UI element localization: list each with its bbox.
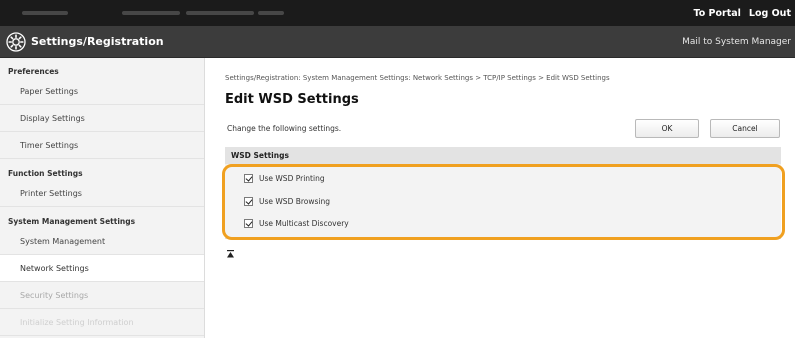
settings-gear-icon <box>6 32 26 52</box>
sidebar-item-security-settings[interactable]: Security Settings <box>0 282 204 309</box>
sidebar-item-paper-settings[interactable]: Paper Settings <box>0 78 204 105</box>
sidebar-section-function-settings: Function Settings <box>8 169 83 178</box>
sidebar-item-timer-settings[interactable]: Timer Settings <box>0 132 204 159</box>
sidebar: Preferences Paper Settings Display Setti… <box>0 58 205 338</box>
sidebar-item-printer-settings[interactable]: Printer Settings <box>0 180 204 207</box>
blurred-device-info <box>186 11 254 15</box>
blurred-device-info <box>22 11 68 15</box>
page-title: Edit WSD Settings <box>225 92 359 107</box>
top-bar: To Portal Log Out <box>0 0 795 26</box>
sidebar-section-preferences: Preferences <box>8 67 59 76</box>
cancel-button[interactable]: Cancel <box>710 119 780 138</box>
main-content: Settings/Registration: System Management… <box>205 58 795 338</box>
instruction-text: Change the following settings. <box>227 124 342 133</box>
page-header-title: Settings/Registration <box>31 35 164 48</box>
log-out-link[interactable]: Log Out <box>749 8 791 19</box>
ok-button[interactable]: OK <box>635 119 699 138</box>
wsd-settings-section-header: WSD Settings <box>225 147 781 164</box>
blurred-device-info <box>258 11 284 15</box>
highlight-frame <box>222 164 785 240</box>
sidebar-item-system-management[interactable]: System Management <box>0 228 204 255</box>
header: Settings/Registration Mail to System Man… <box>0 26 795 58</box>
to-portal-link[interactable]: To Portal <box>693 8 740 19</box>
sidebar-item-display-settings[interactable]: Display Settings <box>0 105 204 132</box>
sidebar-item-network-settings[interactable]: Network Settings <box>0 255 204 282</box>
breadcrumb: Settings/Registration: System Management… <box>225 74 610 82</box>
scroll-to-top-icon[interactable] <box>227 250 234 258</box>
sidebar-item-initialize-setting-information[interactable]: Initialize Setting Information <box>0 309 204 336</box>
blurred-device-info <box>122 11 180 15</box>
mail-to-system-manager-link[interactable]: Mail to System Manager <box>682 26 791 58</box>
sidebar-section-system-management-settings: System Management Settings <box>8 217 136 226</box>
